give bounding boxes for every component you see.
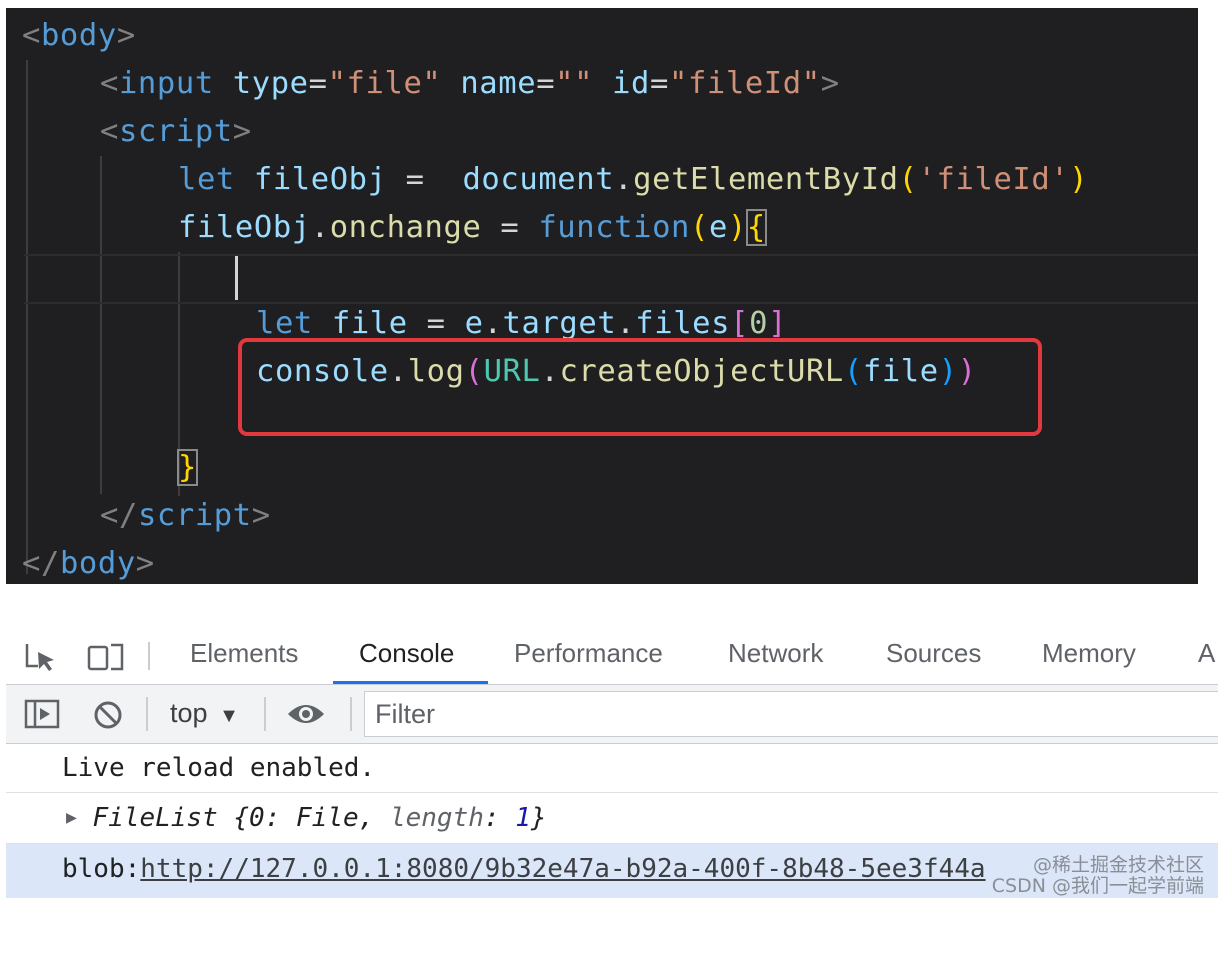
blob-prefix: blob: <box>62 854 141 884</box>
console-message-filelist[interactable]: ▶ FileList {0: File, length: 1} <box>6 793 1218 844</box>
clear-console-icon[interactable] <box>92 699 124 736</box>
tab-application[interactable]: A <box>1198 638 1215 669</box>
console-message-blob[interactable]: blob:http://127.0.0.1:8080/9b32e47a-b92a… <box>6 844 1218 898</box>
chevron-down-icon: ▼ <box>219 705 239 727</box>
code-editor[interactable]: <body> <input type="file" name="" id="fi… <box>6 8 1198 584</box>
code-line-body-close: </body> <box>22 546 155 581</box>
watermark-csdn: CSDN @我们一起学前端 <box>991 875 1204 897</box>
indent-guide <box>100 156 102 494</box>
tab-network[interactable]: Network <box>728 638 823 669</box>
code-line-script-close: </script> <box>100 498 271 533</box>
blob-url-link[interactable]: http://127.0.0.1:8080/9b32e47a-b92a-400f… <box>140 854 985 884</box>
code-line-script-open: <script> <box>100 114 252 149</box>
tab-performance[interactable]: Performance <box>514 638 663 669</box>
console-toolbar: top ▼ Filter <box>6 685 1218 744</box>
device-toolbar-icon[interactable] <box>86 642 126 677</box>
context-label: top <box>170 698 208 728</box>
indent-guide <box>26 60 28 574</box>
filter-placeholder: Filter <box>375 699 435 729</box>
code-line-onchange: fileObj.onchange = function(e){ <box>178 209 767 246</box>
toolbar-divider <box>148 642 150 670</box>
context-selector[interactable]: top ▼ <box>170 698 239 729</box>
code-line-input: <input type="file" name="" id="fileId"> <box>100 66 840 101</box>
code-line-body-open: <body> <box>22 18 136 53</box>
filter-input[interactable]: Filter <box>364 691 1218 737</box>
filelist-object[interactable]: ▶ FileList {0: File, length: 1} <box>66 803 547 833</box>
highlight-box <box>238 338 1042 436</box>
tab-memory[interactable]: Memory <box>1042 638 1136 669</box>
tab-elements[interactable]: Elements <box>190 638 298 669</box>
tab-console[interactable]: Console <box>359 638 454 669</box>
current-line-highlight <box>24 254 1198 304</box>
console-message-live-reload: Live reload enabled. <box>6 744 1218 793</box>
active-tab-indicator <box>333 681 488 684</box>
expand-arrow-icon[interactable]: ▶ <box>66 807 77 828</box>
tab-sources[interactable]: Sources <box>886 638 981 669</box>
eye-icon[interactable] <box>286 700 326 733</box>
code-line-close-brace: } <box>177 449 198 486</box>
inspect-element-icon[interactable] <box>24 642 58 677</box>
toolbar-divider <box>264 697 266 731</box>
devtools-tab-bar: Elements Console Performance Network Sou… <box>6 628 1218 685</box>
text-cursor <box>235 256 238 300</box>
toolbar-divider <box>350 697 352 731</box>
sidebar-toggle-icon[interactable] <box>24 699 60 734</box>
code-line-let-fileobj: let fileObj = document.getElementById('f… <box>178 162 1089 197</box>
toolbar-divider <box>146 697 148 731</box>
